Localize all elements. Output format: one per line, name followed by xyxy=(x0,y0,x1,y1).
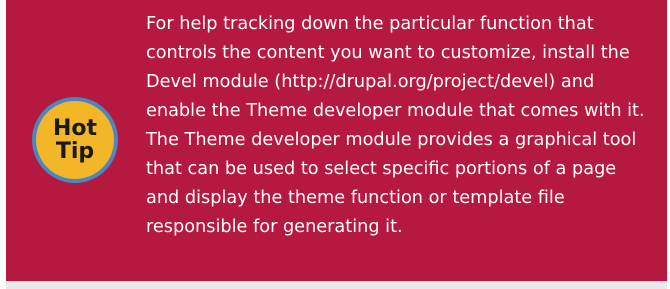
hot-tip-box: Hot Tip For help tracking down the parti… xyxy=(6,0,667,281)
hot-tip-badge: Hot Tip xyxy=(32,97,118,183)
badge-word-tip: Tip xyxy=(55,139,95,164)
tip-text: For help tracking down the particular fu… xyxy=(146,14,645,237)
badge-word-hot: Hot xyxy=(52,116,98,141)
tip-bottom-divider xyxy=(6,281,667,289)
